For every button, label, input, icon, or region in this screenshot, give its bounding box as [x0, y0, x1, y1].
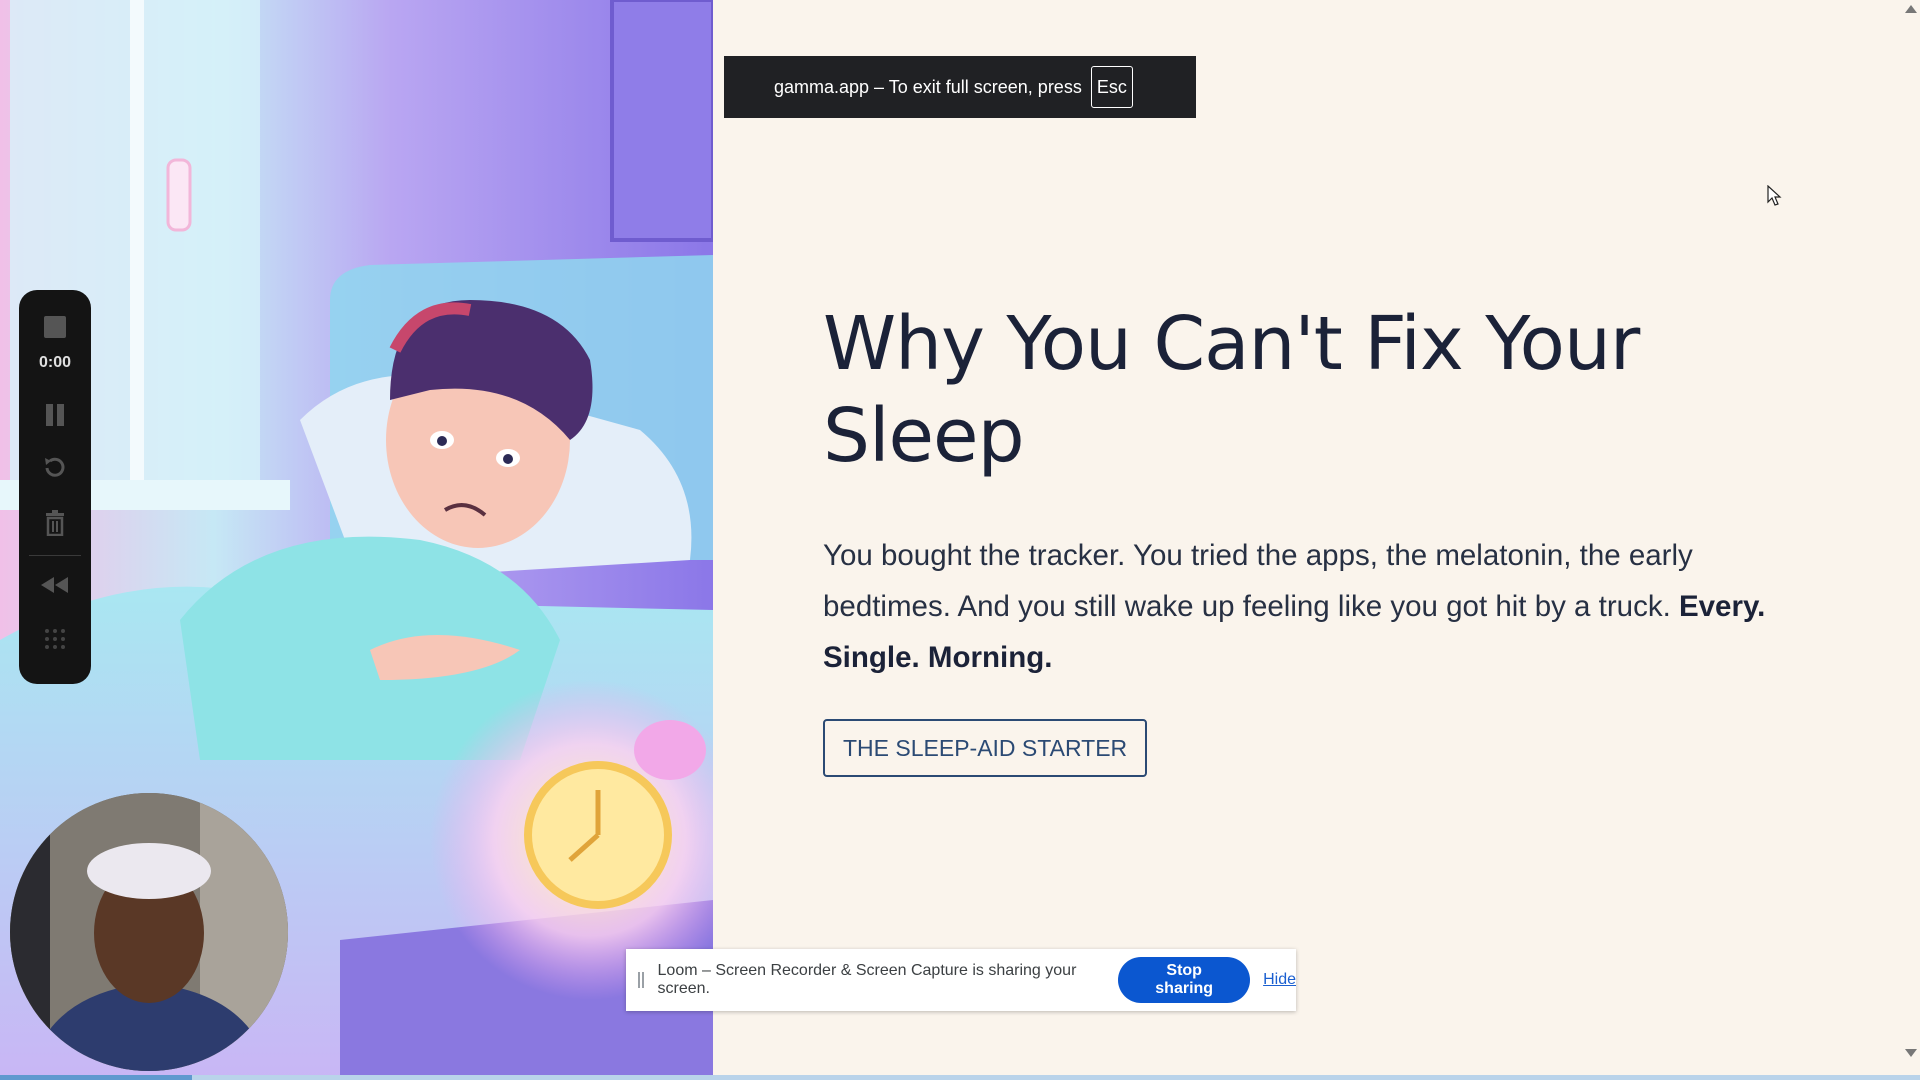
slide-body-text: You bought the tracker. You tried the ap…: [823, 539, 1693, 623]
page-scrollbar[interactable]: [1903, 0, 1920, 1080]
stop-recording-button[interactable]: [19, 311, 91, 343]
slide-body: You bought the tracker. You tried the ap…: [823, 530, 1823, 683]
sleep-aid-starter-button[interactable]: THE SLEEP-AID STARTER: [823, 719, 1148, 777]
sharing-message: Loom – Screen Recorder & Screen Capture …: [657, 962, 1077, 997]
delete-icon: [46, 510, 64, 536]
screen-sharing-bar: Loom – Screen Recorder & Screen Capture …: [626, 949, 1296, 1011]
esc-key-hint: Esc: [1090, 66, 1133, 108]
fullscreen-notice: gamma.app – To exit full screen, press E…: [724, 56, 1196, 118]
pause-icon: [46, 404, 64, 426]
slide-title: Why You Can't Fix Your Sleep: [823, 301, 1640, 479]
grid-icon: [45, 629, 65, 649]
drag-handle-icon[interactable]: [638, 972, 646, 988]
restart-icon: [45, 457, 65, 477]
camera-bubble[interactable]: [10, 793, 288, 1071]
hide-sharing-bar-link[interactable]: Hide: [1263, 971, 1296, 989]
stop-icon: [44, 316, 66, 338]
stop-sharing-button[interactable]: Stop sharing: [1118, 957, 1251, 1003]
rewind-icon: [41, 577, 68, 593]
drawing-tools-button[interactable]: [19, 622, 91, 656]
mouse-cursor-icon: [1767, 184, 1783, 212]
scroll-up-icon[interactable]: [1905, 5, 1917, 13]
delete-recording-button[interactable]: [19, 505, 91, 541]
fullscreen-notice-text: gamma.app – To exit full screen, press: [774, 76, 1082, 97]
loom-divider: [29, 555, 81, 556]
rewind-button[interactable]: [19, 570, 91, 600]
pause-recording-button[interactable]: [19, 398, 91, 432]
loom-control-bar: 0:00: [19, 290, 91, 684]
scroll-down-icon[interactable]: [1905, 1049, 1917, 1057]
webcam-feed: [10, 793, 288, 1071]
slide-content: Why You Can't Fix Your Sleep You bought …: [713, 0, 1920, 1080]
presentation-progress-fill: [0, 1075, 192, 1080]
presentation-progress-bar: [0, 1075, 1920, 1080]
restart-recording-button[interactable]: [19, 450, 91, 486]
recording-timer: 0:00: [38, 354, 72, 371]
